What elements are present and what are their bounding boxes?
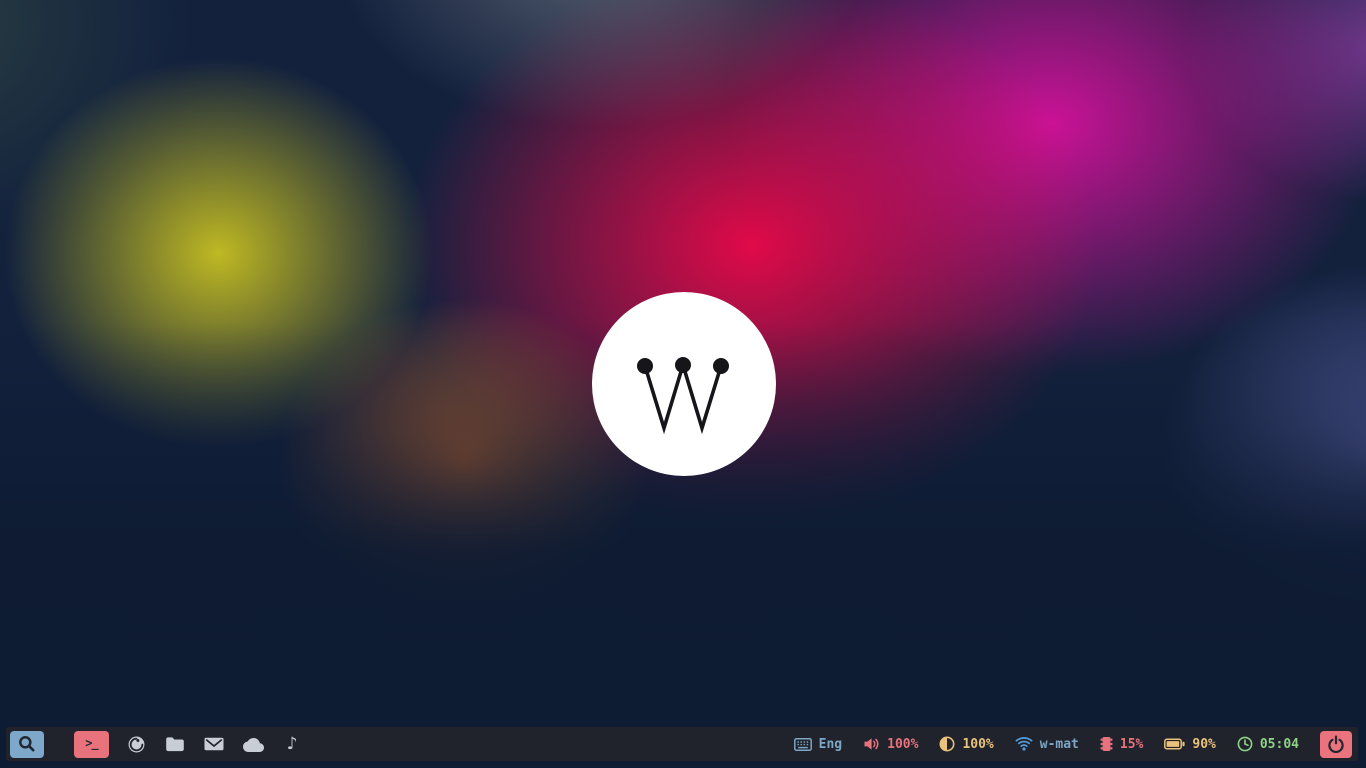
- desktop-logo: [592, 292, 776, 476]
- memory-chip-icon: [1100, 736, 1113, 752]
- clock-label: 05:04: [1260, 737, 1299, 752]
- search-button[interactable]: [10, 731, 44, 758]
- launcher-area: >_ ♪: [6, 727, 304, 761]
- power-icon: [1327, 735, 1345, 753]
- volume-indicator[interactable]: 100%: [863, 737, 918, 752]
- wifi-label: w-mat: [1040, 737, 1079, 752]
- cloud-icon: [243, 737, 264, 752]
- battery-icon: [1164, 738, 1185, 750]
- taskbar: >_ ♪: [6, 727, 1358, 761]
- wifi-indicator[interactable]: w-mat: [1015, 737, 1079, 752]
- keyboard-layout-label: Eng: [819, 737, 842, 752]
- clock-indicator[interactable]: 05:04: [1237, 736, 1299, 752]
- terminal-prompt-icon: >_: [85, 737, 97, 749]
- memory-indicator[interactable]: 15%: [1100, 736, 1143, 752]
- contrast-icon: [939, 736, 955, 752]
- brightness-label: 100%: [962, 737, 993, 752]
- search-icon: [17, 734, 37, 754]
- music-note-icon: ♪: [287, 736, 298, 753]
- firefox-icon: [127, 735, 146, 754]
- brightness-indicator[interactable]: 100%: [939, 736, 993, 752]
- files-launcher[interactable]: [163, 731, 187, 758]
- cloud-launcher[interactable]: [241, 731, 265, 758]
- terminal-button[interactable]: >_: [74, 731, 109, 758]
- speaker-icon: [863, 737, 880, 751]
- mail-launcher[interactable]: [202, 731, 226, 758]
- wifi-icon: [1015, 737, 1033, 751]
- keyboard-icon: [794, 738, 812, 751]
- browser-launcher[interactable]: [124, 731, 148, 758]
- memory-label: 15%: [1120, 737, 1143, 752]
- folder-icon: [165, 736, 185, 752]
- battery-indicator[interactable]: 90%: [1164, 737, 1215, 752]
- w-logo-icon: [592, 292, 776, 476]
- mail-icon: [204, 737, 224, 751]
- battery-label: 90%: [1192, 737, 1215, 752]
- clock-icon: [1237, 736, 1253, 752]
- volume-label: 100%: [887, 737, 918, 752]
- status-area: Eng 100% 100% w-mat: [794, 731, 1358, 758]
- keyboard-layout-indicator[interactable]: Eng: [794, 737, 842, 752]
- power-button[interactable]: [1320, 731, 1352, 758]
- music-launcher[interactable]: ♪: [280, 731, 304, 758]
